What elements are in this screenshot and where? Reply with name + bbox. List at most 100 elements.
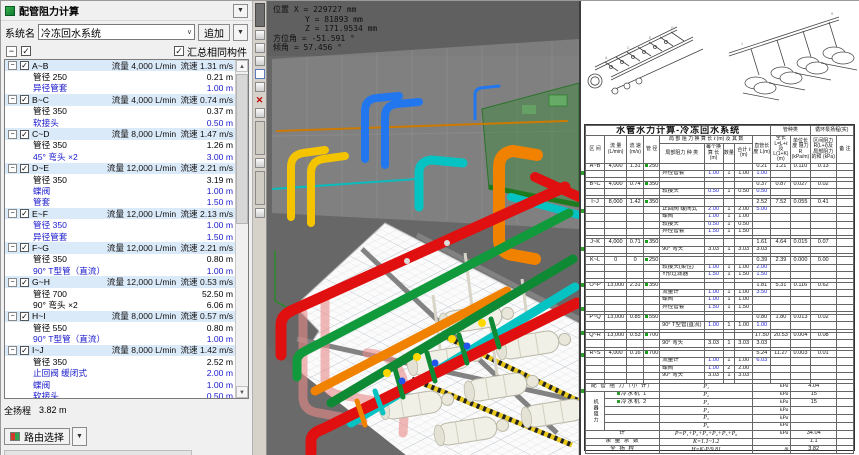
add-dropdown-button[interactable]: ▼ bbox=[233, 24, 248, 41]
section-checkbox[interactable]: ✓ bbox=[20, 164, 29, 173]
tree-item-row[interactable]: 管径 3502.52 m bbox=[5, 356, 235, 367]
tree-section-row[interactable]: −✓D~E流量 12,000 L/min 流速 2.21 m/s bbox=[5, 163, 235, 174]
tree-item-row[interactable]: 软接头0.50 m bbox=[5, 117, 235, 128]
calc-cell bbox=[810, 206, 836, 213]
summary-note bbox=[836, 430, 853, 438]
calc-cell bbox=[627, 228, 644, 235]
tree-section-row[interactable]: −✓G~H流量 12,000 L/min 流速 0.53 m/s bbox=[5, 276, 235, 287]
tree-item-row[interactable]: 蝶阀1.00 m bbox=[5, 379, 235, 390]
tree-section-row[interactable]: −✓A~B流量 4,000 L/min 流速 1.31 m/s bbox=[5, 60, 235, 71]
calc-cell bbox=[586, 322, 605, 329]
calc-cell: 软接头 bbox=[660, 188, 704, 195]
tree-item-row[interactable]: 管径 3501.26 m bbox=[5, 140, 235, 151]
dock-handle[interactable] bbox=[255, 3, 265, 27]
tree-item-row[interactable]: 管径 3503.19 m bbox=[5, 174, 235, 185]
section-checkbox[interactable]: ✓ bbox=[20, 95, 29, 104]
close-icon[interactable]: ✕ bbox=[255, 95, 265, 105]
calc-cell bbox=[836, 221, 853, 228]
section-checkbox[interactable]: ✓ bbox=[20, 243, 29, 252]
section-label: E~F bbox=[32, 209, 48, 219]
viewport-overlay: 位置 X = 229727 mm Y = 81893 mm Z = 171.95… bbox=[273, 5, 377, 53]
section-checkbox[interactable]: ✓ bbox=[20, 346, 29, 355]
dock-tab-icon[interactable] bbox=[255, 43, 265, 53]
viewport-3d[interactable]: 位置 X = 229727 mm Y = 81893 mm Z = 171.95… bbox=[267, 1, 579, 455]
scroll-up-button[interactable]: ▲ bbox=[236, 60, 248, 72]
segment-tree[interactable]: −✓A~B流量 4,000 L/min 流速 1.31 m/s管径 2500.2… bbox=[5, 60, 235, 398]
collapse-icon[interactable]: − bbox=[8, 209, 17, 218]
panel-menu-button[interactable]: ▼ bbox=[233, 4, 248, 18]
calc-cell bbox=[605, 271, 627, 278]
tree-section-row[interactable]: −✓C~D流量 8,000 L/min 流速 1.47 m/s bbox=[5, 128, 235, 139]
tree-item-row[interactable]: 管径 3500.37 m bbox=[5, 106, 235, 117]
tree-item-row[interactable]: 异径管套1.00 m bbox=[5, 83, 235, 94]
summary-sublabel bbox=[605, 407, 660, 415]
collapse-icon[interactable]: − bbox=[8, 164, 17, 173]
panel-title: 配管阻力计算 bbox=[19, 3, 79, 18]
dock-tab-selected-icon[interactable] bbox=[255, 69, 265, 79]
tree-item-row[interactable]: 管径 70052.50 m bbox=[5, 288, 235, 299]
collapse-all-button[interactable]: − bbox=[6, 46, 17, 57]
check-all-checkbox[interactable]: ✓ bbox=[21, 46, 31, 56]
isometric-drawing: ACE GJS bbox=[581, 1, 859, 123]
summarize-checkbox[interactable]: ✓ bbox=[174, 46, 184, 56]
section-checkbox[interactable]: ✓ bbox=[20, 278, 29, 287]
dock-tab-icon[interactable] bbox=[255, 108, 265, 118]
tree-item-row[interactable]: 管径 3500.80 m bbox=[5, 254, 235, 265]
section-checkbox[interactable]: ✓ bbox=[20, 130, 29, 139]
calc-cell bbox=[753, 304, 771, 311]
item-value: 52.50 m bbox=[202, 289, 233, 299]
item-value: 1.00 m bbox=[207, 266, 233, 276]
item-value: 6.06 m bbox=[207, 300, 233, 310]
tree-item-row[interactable]: 管径 5500.80 m bbox=[5, 322, 235, 333]
route-select-button[interactable]: 路由选择 bbox=[4, 428, 70, 445]
tree-item-row[interactable]: 45° 弯头 ×23.00 m bbox=[5, 151, 235, 162]
calc-cell bbox=[586, 365, 605, 372]
item-value: 2.00 m bbox=[207, 368, 233, 378]
tree-item-row[interactable]: 90° 弯头 ×26.06 m bbox=[5, 299, 235, 310]
route-dropdown-button[interactable]: ▼ bbox=[72, 427, 87, 446]
tree-section-row[interactable]: −✓I~J流量 8,000 L/min 流速 1.42 m/s bbox=[5, 345, 235, 356]
collapse-icon[interactable]: − bbox=[8, 130, 17, 139]
scroll-track[interactable] bbox=[236, 72, 248, 386]
calc-cell: 0.87 bbox=[771, 181, 791, 188]
scroll-thumb[interactable] bbox=[236, 74, 248, 224]
tree-item-row[interactable]: 管径 2500.21 m bbox=[5, 71, 235, 82]
tree-item-row[interactable]: 软接头0.50 m bbox=[5, 390, 235, 398]
collapse-icon[interactable]: − bbox=[8, 243, 17, 252]
dock-tab-icon[interactable] bbox=[255, 30, 265, 40]
dock-tab-icon[interactable] bbox=[255, 208, 265, 218]
dock-vertical-tab[interactable] bbox=[255, 171, 265, 205]
system-name-combobox[interactable]: 冷冻回水系统 ∨ bbox=[38, 24, 195, 40]
collapse-icon[interactable]: − bbox=[8, 95, 17, 104]
tree-section-row[interactable]: −✓B~C流量 4,000 L/min 流速 0.74 m/s bbox=[5, 94, 235, 105]
collapse-icon[interactable]: − bbox=[8, 61, 17, 70]
tree-section-row[interactable]: −✓E~F流量 12,000 L/min 流速 2.13 m/s bbox=[5, 208, 235, 219]
item-label: 软接头 bbox=[5, 117, 207, 129]
dock-tab-icon[interactable] bbox=[255, 82, 265, 92]
collapse-icon[interactable]: − bbox=[8, 278, 17, 287]
scroll-down-button[interactable]: ▼ bbox=[236, 386, 248, 398]
tree-item-row[interactable]: 蝶阀1.00 m bbox=[5, 185, 235, 196]
collapse-icon[interactable]: − bbox=[8, 346, 17, 355]
collapse-icon[interactable]: − bbox=[8, 312, 17, 321]
calc-cell bbox=[753, 365, 771, 372]
scene-3d[interactable] bbox=[267, 1, 579, 455]
dock-tab-icon[interactable] bbox=[255, 56, 265, 66]
tree-section-row[interactable]: −✓F~G流量 12,000 L/min 流速 2.21 m/s bbox=[5, 242, 235, 253]
section-checkbox[interactable]: ✓ bbox=[20, 312, 29, 321]
add-button[interactable]: 追加 bbox=[198, 24, 230, 41]
tree-item-row[interactable]: 90° T型管（直流）1.00 m bbox=[5, 333, 235, 344]
tree-item-row[interactable]: 止回阀 缓闭式2.00 m bbox=[5, 368, 235, 379]
dock-vertical-tab[interactable] bbox=[255, 121, 265, 155]
tree-item-row[interactable]: 管套1.50 m bbox=[5, 197, 235, 208]
section-checkbox[interactable]: ✓ bbox=[20, 61, 29, 70]
summary-unit: kPa bbox=[753, 391, 791, 399]
dock-tab-icon[interactable] bbox=[255, 158, 265, 168]
tree-scrollbar[interactable]: ▲ ▼ bbox=[235, 60, 248, 398]
tree-item-row[interactable]: 管径 3501.00 m bbox=[5, 219, 235, 230]
tree-item-row[interactable]: 异径管套1.50 m bbox=[5, 231, 235, 242]
tree-section-row[interactable]: −✓H~I流量 8,000 L/min 流速 0.57 m/s bbox=[5, 311, 235, 322]
tree-item-row[interactable]: 90° T型管（直流）1.00 m bbox=[5, 265, 235, 276]
section-checkbox[interactable]: ✓ bbox=[20, 209, 29, 218]
calc-cell: 1.21 bbox=[771, 163, 791, 170]
